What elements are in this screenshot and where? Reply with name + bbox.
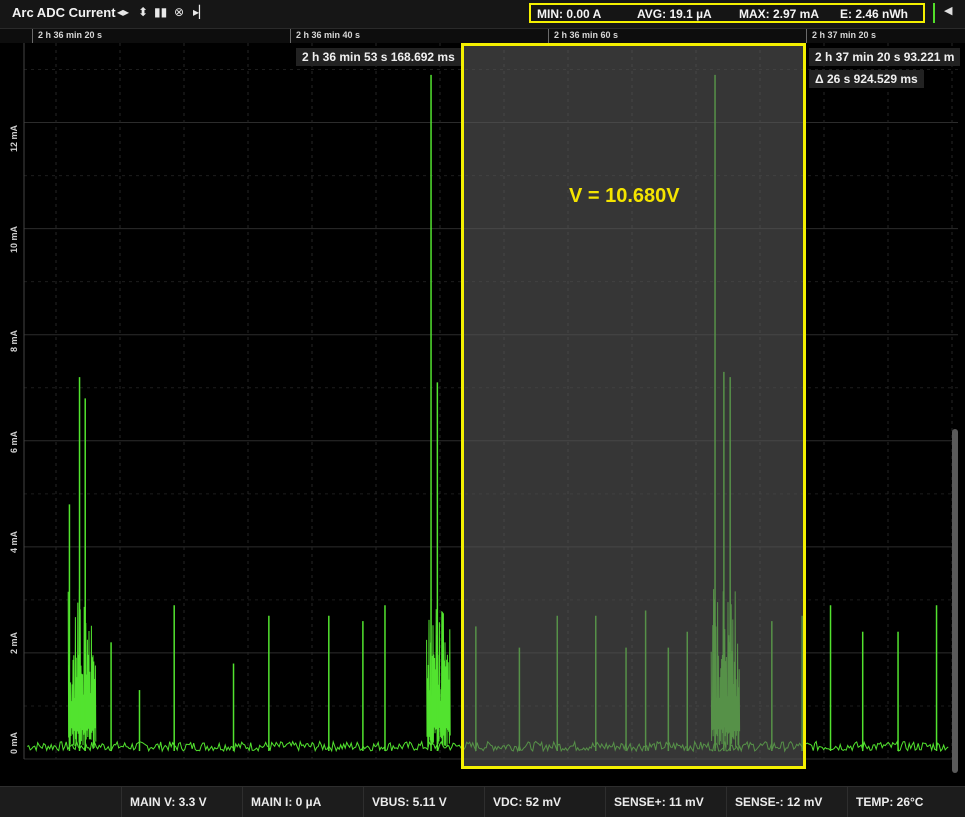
sense-minus-readout: SENSE-: 12 mV bbox=[726, 787, 847, 817]
toolbar: Arc ADC Current ◂▸ ⬍ ▮▮ ⊗ ▸▏ MIN: 0.00 A… bbox=[0, 0, 965, 29]
channel-title: Arc ADC Current bbox=[12, 5, 116, 20]
time-tick-line bbox=[32, 29, 33, 43]
status-bar: MAIN V: 3.3 V MAIN I: 0 µA VBUS: 5.11 V … bbox=[0, 786, 965, 817]
y-tick-label: 0 mA bbox=[9, 731, 19, 754]
header-scroll-indicator bbox=[933, 3, 935, 23]
main-voltage-readout: MAIN V: 3.3 V bbox=[121, 787, 242, 817]
time-tick-label: 2 h 36 min 40 s bbox=[296, 30, 361, 40]
y-tick-label: 8 mA bbox=[9, 329, 19, 352]
marker-delta-time: Δ 26 s 924.529 ms bbox=[809, 70, 924, 88]
time-tick-line bbox=[806, 29, 807, 43]
pan-arrows-icon[interactable]: ◂▸ bbox=[117, 4, 129, 20]
time-axis: 2 h 36 min 20 s 2 h 36 min 40 s 2 h 36 m… bbox=[0, 29, 965, 43]
stat-min: MIN: 0.00 A bbox=[537, 7, 602, 21]
vertical-scrollbar[interactable] bbox=[952, 429, 958, 773]
y-tick-label: 6 mA bbox=[9, 430, 19, 453]
current-plot[interactable]: V = 10.680V 2 h 36 min 53 s 168.692 ms 2… bbox=[0, 43, 965, 785]
stat-avg: AVG: 19.1 µA bbox=[637, 7, 712, 21]
time-tick-line bbox=[548, 29, 549, 43]
time-tick-label: 2 h 36 min 60 s bbox=[554, 30, 619, 40]
play-step-icon[interactable]: ▸▏ bbox=[193, 4, 208, 20]
collapse-left-icon[interactable]: ◀ bbox=[944, 4, 952, 17]
time-tick-label: 2 h 36 min 20 s bbox=[38, 30, 103, 40]
selection-voltage-label: V = 10.680V bbox=[569, 185, 680, 207]
vbus-readout: VBUS: 5.11 V bbox=[363, 787, 484, 817]
temperature-readout: TEMP: 26°C bbox=[847, 787, 965, 817]
pause-icon[interactable]: ▮▮ bbox=[154, 4, 167, 20]
burst-trace bbox=[426, 609, 451, 748]
main-current-readout: MAIN I: 0 µA bbox=[242, 787, 363, 817]
y-tick-label: 4 mA bbox=[9, 530, 19, 553]
time-tick-line bbox=[290, 29, 291, 43]
zoom-arrows-icon[interactable]: ⬍ bbox=[138, 4, 148, 20]
marker-end-time: 2 h 37 min 20 s 93.221 m bbox=[809, 48, 961, 66]
selection-region[interactable]: V = 10.680V bbox=[461, 43, 806, 769]
burst-trace bbox=[67, 589, 97, 748]
y-tick-label: 10 mA bbox=[9, 225, 19, 253]
sense-plus-readout: SENSE+: 11 mV bbox=[605, 787, 726, 817]
stat-energy: E: 2.46 nWh bbox=[840, 7, 909, 21]
time-tick-label: 2 h 37 min 20 s bbox=[812, 30, 877, 40]
y-tick-label: 12 mA bbox=[9, 124, 19, 152]
clear-icon[interactable]: ⊗ bbox=[174, 4, 184, 20]
vdc-readout: VDC: 52 mV bbox=[484, 787, 605, 817]
y-tick-label: 2 mA bbox=[9, 631, 19, 654]
stat-max: MAX: 2.97 mA bbox=[739, 7, 820, 21]
marker-start-time: 2 h 36 min 53 s 168.692 ms bbox=[296, 48, 461, 66]
stats-panel: MIN: 0.00 A AVG: 19.1 µA MAX: 2.97 mA E:… bbox=[529, 3, 925, 23]
